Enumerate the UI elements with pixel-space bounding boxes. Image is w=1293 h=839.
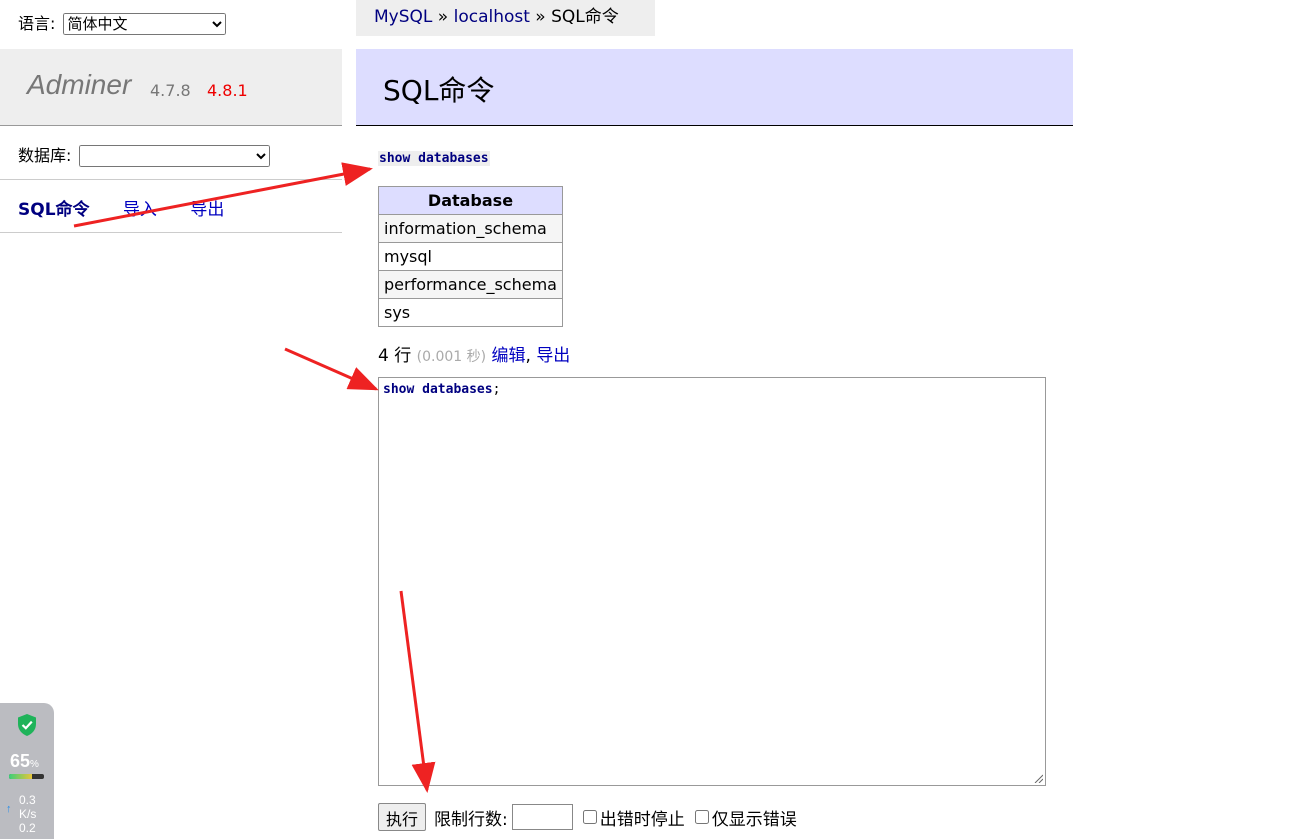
errors-only-label: 仅显示错误 [711,809,797,830]
cpu-percent: 65% [10,751,39,771]
breadcrumb-separator: » [432,7,454,27]
cpu-usage-bar [9,774,44,779]
breadcrumb: MySQL » localhost » SQL命令 [356,0,655,36]
execute-form: 执行 限制行数: 出错时停止 仅显示错误 [378,803,797,831]
download-speed: 0.2 [19,821,36,835]
menu-sql-command[interactable]: SQL命令 [18,200,90,220]
edit-link[interactable]: 编辑 [492,346,526,366]
limit-label: 限制行数: [434,809,508,830]
sql-editor-text: show databases; [383,382,500,397]
executed-query: show databases [378,151,490,166]
breadcrumb-localhost[interactable]: localhost [454,7,530,27]
sql-editor[interactable]: show databases; [378,377,1046,786]
column-header: Database [378,186,563,215]
sql-semicolon: ; [492,382,501,397]
resize-grip-icon[interactable] [1033,773,1043,783]
sidebar-menu: SQL命令 导入 导出 [18,195,252,220]
table-row: information_schema [378,214,563,243]
table-cell: sys [378,298,563,327]
stop-on-error-checkbox[interactable] [582,810,597,824]
sidebar-divider [0,179,342,180]
database-select[interactable] [78,145,270,167]
shield-check-icon [18,714,36,736]
stop-on-error-option[interactable]: 出错时停止 [582,805,685,830]
database-selector: 数据库: [18,142,270,167]
query-time: (0.001 秒) [416,349,487,365]
language-select[interactable]: 简体中文 [62,13,226,35]
table-cell: performance_schema [378,270,563,299]
annotation-arrow [284,347,379,391]
database-label: 数据库: [18,146,72,165]
language-selector: 语言: 简体中文 [18,10,226,35]
export-link[interactable]: 导出 [536,346,570,366]
table-cell: information_schema [378,214,563,243]
errors-only-checkbox[interactable] [694,810,709,824]
sidebar-divider [0,232,342,233]
table-header-row: Database [378,186,563,215]
upload-arrow-icon: ↑ [6,803,12,815]
version-text: 4.7.8 [150,81,191,100]
table-row: mysql [378,242,563,271]
table-row: performance_schema [378,270,563,299]
result-table: Database information_schema mysql perfor… [378,186,563,327]
new-version-link[interactable]: 4.8.1 [207,81,248,100]
stop-on-error-label: 出错时停止 [599,809,685,830]
breadcrumb-separator: » [529,7,552,27]
stats-separator: , [525,346,531,366]
row-count: 4 行 [378,346,412,366]
network-speed: 0.3 K/s 0.2 [19,793,36,835]
menu-import[interactable]: 导入 [123,200,157,220]
page-title: SQL命令 [383,74,495,107]
errors-only-option[interactable]: 仅显示错误 [694,805,797,830]
breadcrumb-current: SQL命令 [551,7,619,27]
system-monitor-widget[interactable]: 65% ↑ 0.3 K/s 0.2 [0,703,54,839]
upload-speed: 0.3 [19,793,36,807]
result-stats: 4 行 (0.001 秒) 编辑, 导出 [378,341,570,366]
adminer-logo-link[interactable]: Adminer [27,69,131,101]
table-cell: mysql [378,242,563,271]
execute-button[interactable]: 执行 [378,803,427,831]
language-label: 语言: [18,14,56,33]
speed-unit: K/s [19,807,37,821]
breadcrumb-mysql[interactable]: MySQL [374,7,432,27]
menu-export[interactable]: 导出 [190,200,224,220]
limit-input[interactable] [511,804,573,830]
page-header: SQL命令 [356,49,1073,126]
sql-code: show databases [383,382,493,397]
table-row: sys [378,298,563,327]
brand-header: Adminer 4.7.8 4.8.1 [0,49,342,126]
